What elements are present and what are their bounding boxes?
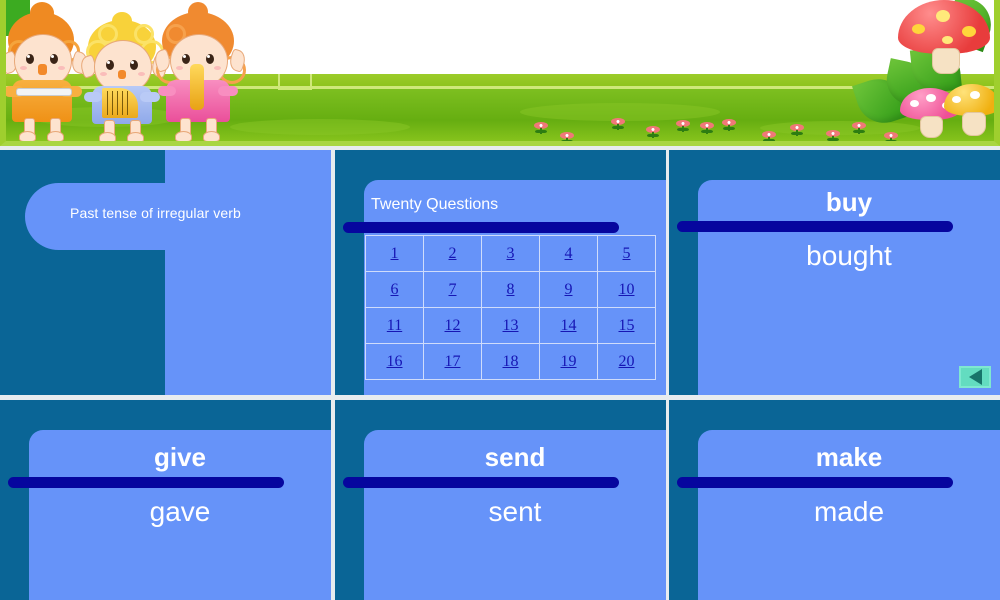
question-cell[interactable]: 2 [423,235,482,272]
verb-base-form: give [153,442,207,472]
question-cell[interactable]: 4 [539,235,598,272]
question-link[interactable]: 1 [391,245,399,262]
question-link[interactable]: 6 [391,281,399,298]
verb-base-form: send [484,442,546,472]
question-cell[interactable]: 14 [539,307,598,344]
question-link[interactable]: 11 [387,317,402,334]
question-cell[interactable]: 1 [365,235,424,272]
question-link[interactable]: 10 [619,281,635,298]
slide-buy[interactable]: buy bought [669,150,1000,395]
previous-slide-button[interactable] [959,366,991,388]
slide-left-rail [335,436,364,600]
verb-past-form: sent [488,496,542,527]
verb-base-form: buy [825,187,873,217]
play-left-icon [968,369,982,385]
question-cell[interactable]: 17 [423,343,482,380]
table-row: 11 12 13 14 15 [365,307,656,344]
slide-accent-bar [343,222,619,233]
question-link[interactable]: 18 [503,353,519,370]
question-link[interactable]: 19 [561,353,577,370]
question-link[interactable]: 13 [503,317,519,334]
question-link[interactable]: 16 [387,353,403,370]
question-link[interactable]: 17 [445,353,461,370]
question-link[interactable]: 9 [565,281,573,298]
slide-left-rail [0,436,29,600]
question-number-table[interactable]: 1 2 3 4 5 6 7 8 9 10 11 12 13 14 15 16 1… [365,235,656,380]
question-link[interactable]: 8 [507,281,515,298]
question-cell[interactable]: 16 [365,343,424,380]
verb-past-form: bought [806,240,892,271]
slide-left-rail [669,186,698,395]
slide-send[interactable]: send sent [335,400,666,600]
table-row: 1 2 3 4 5 [365,235,656,272]
slide-give[interactable]: give gave [0,400,331,600]
slide-accent-bar [677,221,953,232]
question-link[interactable]: 14 [561,317,577,334]
slide-make[interactable]: make made [669,400,1000,600]
question-cell[interactable]: 5 [597,235,656,272]
slide-left-rail [335,186,364,395]
question-link[interactable]: 12 [445,317,461,334]
question-link[interactable]: 15 [619,317,635,334]
verb-base-form: make [815,442,883,472]
slide-accent-bar [343,477,619,488]
question-cell[interactable]: 6 [365,271,424,308]
question-cell[interactable]: 18 [481,343,540,380]
verb-past-form: gave [149,496,211,527]
question-cell[interactable]: 11 [365,307,424,344]
slide-left-rail [669,436,698,600]
question-cell[interactable]: 3 [481,235,540,272]
question-link[interactable]: 4 [565,245,573,262]
slide-title[interactable]: Past tense of irregular verb [0,150,331,395]
table-row: 6 7 8 9 10 [365,271,656,308]
question-cell[interactable]: 15 [597,307,656,344]
slide-twenty-questions[interactable]: Twenty Questions 1 2 3 4 5 6 7 8 9 10 11… [335,150,666,395]
header-banner [0,0,1000,146]
question-cell[interactable]: 8 [481,271,540,308]
question-link[interactable]: 20 [619,353,635,370]
question-cell[interactable]: 7 [423,271,482,308]
table-row: 16 17 18 19 20 [365,343,656,380]
question-cell[interactable]: 13 [481,307,540,344]
presentation-canvas: Past tense of irregular verb Twenty Ques… [0,0,1000,600]
slide-accent-bar [8,477,284,488]
question-link[interactable]: 5 [623,245,631,262]
verb-past-form: made [813,496,885,527]
question-table-body: 1 2 3 4 5 6 7 8 9 10 11 12 13 14 15 16 1… [365,235,656,380]
page-title: Past tense of irregular verb [70,205,241,221]
question-cell[interactable]: 12 [423,307,482,344]
question-cell[interactable]: 19 [539,343,598,380]
question-cell[interactable]: 20 [597,343,656,380]
slide-grid: Past tense of irregular verb Twenty Ques… [0,150,1000,600]
banner-frame [0,0,1000,146]
question-cell[interactable]: 10 [597,271,656,308]
question-link[interactable]: 7 [449,281,457,298]
slide-heading: Twenty Questions [371,196,499,213]
question-link[interactable]: 3 [507,245,515,262]
slide-accent-bar [677,477,953,488]
question-cell[interactable]: 9 [539,271,598,308]
question-link[interactable]: 2 [449,245,457,262]
